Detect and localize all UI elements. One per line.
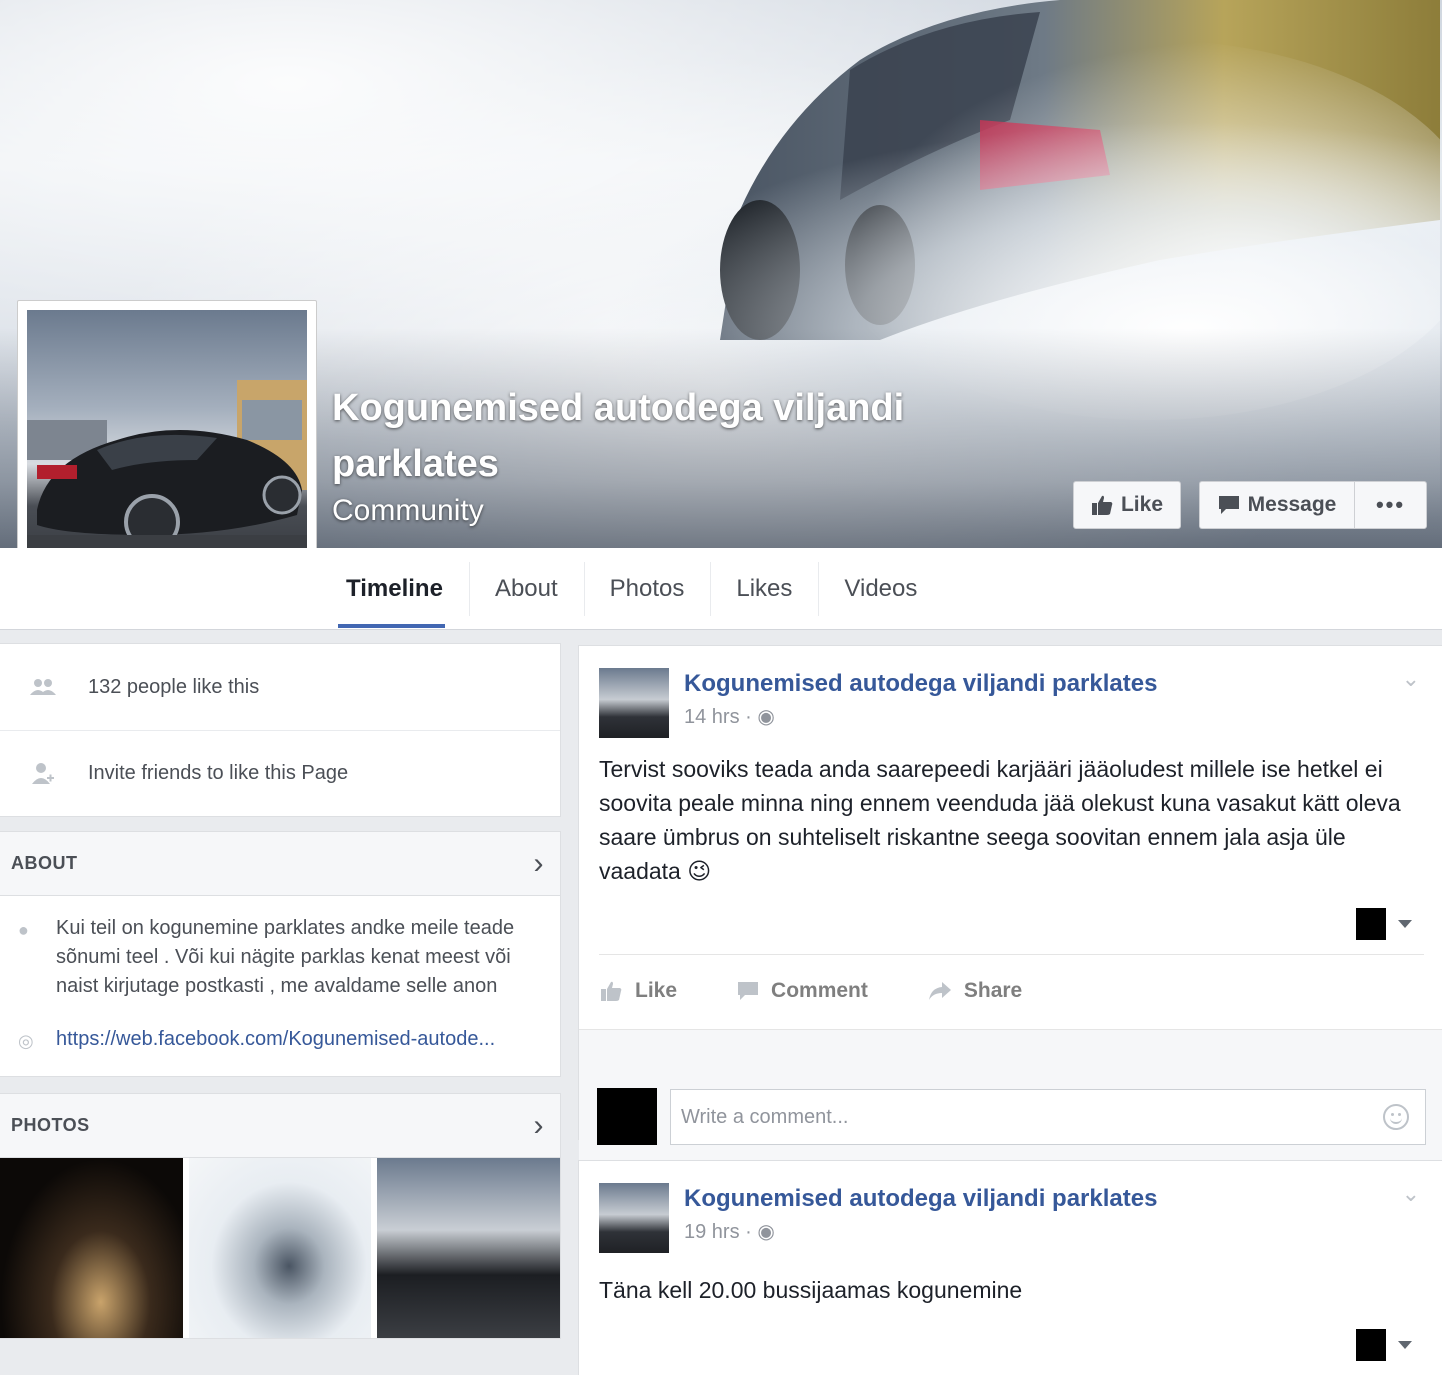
more-options-button[interactable]: ••• [1354, 481, 1427, 529]
redacted-box [1356, 908, 1386, 940]
post-time-text: 14 hrs · [684, 706, 758, 728]
caret-down-icon [1398, 920, 1412, 928]
about-heading: ABOUT [11, 853, 78, 873]
left-column: 132 people like this Invite friends to l… [0, 643, 561, 1339]
share-arrow-icon [928, 982, 951, 1000]
post-author[interactable]: Kogunemised autodega viljandi parklates [684, 670, 1157, 698]
likes-count-text: 132 people like this [88, 675, 260, 698]
message-label: Message [1247, 493, 1337, 516]
about-link-row[interactable]: ◎ https://web.facebook.com/Kogunemised-a… [18, 1025, 540, 1056]
chevron-right-icon: › [533, 1108, 544, 1142]
share-button[interactable]: Share [928, 979, 1022, 1003]
about-card: ABOUT › ● Kui teil on kogunemine parklat… [0, 831, 561, 1077]
post-text: Tervist sooviks teada anda saarepeedi ka… [599, 756, 1401, 884]
user-avatar-redacted [597, 1088, 657, 1145]
photo-thumbnail[interactable] [188, 1158, 372, 1338]
tab-timeline[interactable]: Timeline [320, 548, 469, 630]
message-button[interactable]: Message [1199, 481, 1354, 529]
chevron-down-icon[interactable]: ⌄ [1402, 1181, 1420, 1207]
page-avatar[interactable] [599, 668, 669, 738]
globe-icon: ◎ [18, 1031, 34, 1051]
share-label: Share [963, 979, 1023, 1002]
stats-card: 132 people like this Invite friends to l… [0, 643, 561, 817]
info-icon: ● [18, 920, 29, 940]
post-meta: Kogunemised autodega viljandi parklates … [684, 668, 1157, 738]
post-meta: Kogunemised autodega viljandi parklates … [684, 1183, 1157, 1253]
invite-friends-text: Invite friends to like this Page [88, 762, 349, 784]
photos-grid [0, 1158, 561, 1338]
message-icon [1218, 496, 1239, 514]
thumbs-up-icon [601, 981, 622, 1001]
post-time-text: 19 hrs · [684, 1221, 758, 1243]
photo-thumbnail[interactable] [0, 1158, 183, 1338]
redacted-box [1356, 1329, 1386, 1361]
post-text: Täna kell 20.00 bussijaamas kogunemine [599, 1277, 1023, 1303]
audience-selector[interactable] [579, 1325, 1442, 1365]
like-button[interactable]: Like [599, 979, 677, 1003]
photo-thumbnail[interactable] [377, 1158, 561, 1338]
like-label: Like [635, 979, 678, 1002]
caret-down-icon [1398, 1341, 1412, 1349]
post-card: Kogunemised autodega viljandi parklates … [578, 1160, 1442, 1375]
post-author[interactable]: Kogunemised autodega viljandi parklates [684, 1185, 1157, 1213]
photos-heading: PHOTOS [11, 1115, 90, 1135]
tab-videos[interactable]: Videos [818, 548, 943, 630]
thumbs-up-icon [1091, 495, 1113, 515]
photos-header[interactable]: PHOTOS › [0, 1094, 560, 1158]
comment-placeholder: Write a comment... [681, 1105, 849, 1128]
comment-input[interactable]: Write a comment... [670, 1089, 1426, 1145]
audience-selector[interactable] [579, 904, 1442, 944]
globe-icon: ◉ [757, 706, 775, 728]
about-header[interactable]: ABOUT › [0, 832, 560, 896]
tab-likes[interactable]: Likes [710, 548, 818, 630]
about-description-row: ● Kui teil on kogunemine parklates andke… [18, 914, 540, 1001]
post-card: Kogunemised autodega viljandi parklates … [578, 645, 1442, 1160]
nav-tabs: Timeline About Photos Likes Videos [320, 548, 943, 630]
comment-icon [738, 982, 759, 1000]
post-header: Kogunemised autodega viljandi parklates … [579, 646, 1442, 738]
tab-about[interactable]: About [468, 548, 584, 630]
invite-friends-row[interactable]: Invite friends to like this Page [0, 730, 560, 816]
emoji-icon[interactable] [1383, 1104, 1409, 1130]
like-page-button[interactable]: Like [1073, 481, 1181, 529]
page-avatar[interactable] [599, 1183, 669, 1253]
post-header: Kogunemised autodega viljandi parklates … [579, 1161, 1442, 1253]
about-link[interactable]: https://web.facebook.com/Kogunemised-aut… [56, 1025, 495, 1056]
photos-card: PHOTOS › [0, 1093, 561, 1339]
page-name[interactable]: Kogunemised autodega viljandi parklates [332, 380, 1032, 492]
globe-icon: ◉ [757, 1221, 775, 1243]
post-time[interactable]: 19 hrs · ◉ [684, 1219, 1157, 1244]
likes-count-row[interactable]: 132 people like this [0, 644, 560, 730]
like-page-label: Like [1120, 493, 1164, 516]
divider [599, 954, 1424, 955]
chevron-right-icon: › [533, 846, 544, 880]
page-nav: Timeline About Photos Likes Videos [0, 548, 1442, 630]
tab-photos[interactable]: Photos [583, 548, 711, 630]
comment-label: Comment [771, 979, 868, 1002]
comment-area: Write a comment... [579, 1029, 1442, 1160]
about-description: Kui teil on kogunemine parklates andke m… [56, 917, 515, 997]
post-time[interactable]: 14 hrs · ◉ [684, 704, 1157, 729]
add-person-icon [28, 762, 58, 786]
about-body: ● Kui teil on kogunemine parklates andke… [0, 896, 560, 1076]
message-button-group: Message ••• [1199, 481, 1427, 529]
people-icon [28, 678, 58, 696]
page-category[interactable]: Community [332, 494, 484, 528]
comment-button[interactable]: Comment [737, 979, 868, 1003]
post-actions: Like Comment Share [579, 963, 1442, 1019]
cover-actions: Like Message ••• [1073, 481, 1427, 529]
chevron-down-icon[interactable]: ⌄ [1402, 666, 1420, 692]
